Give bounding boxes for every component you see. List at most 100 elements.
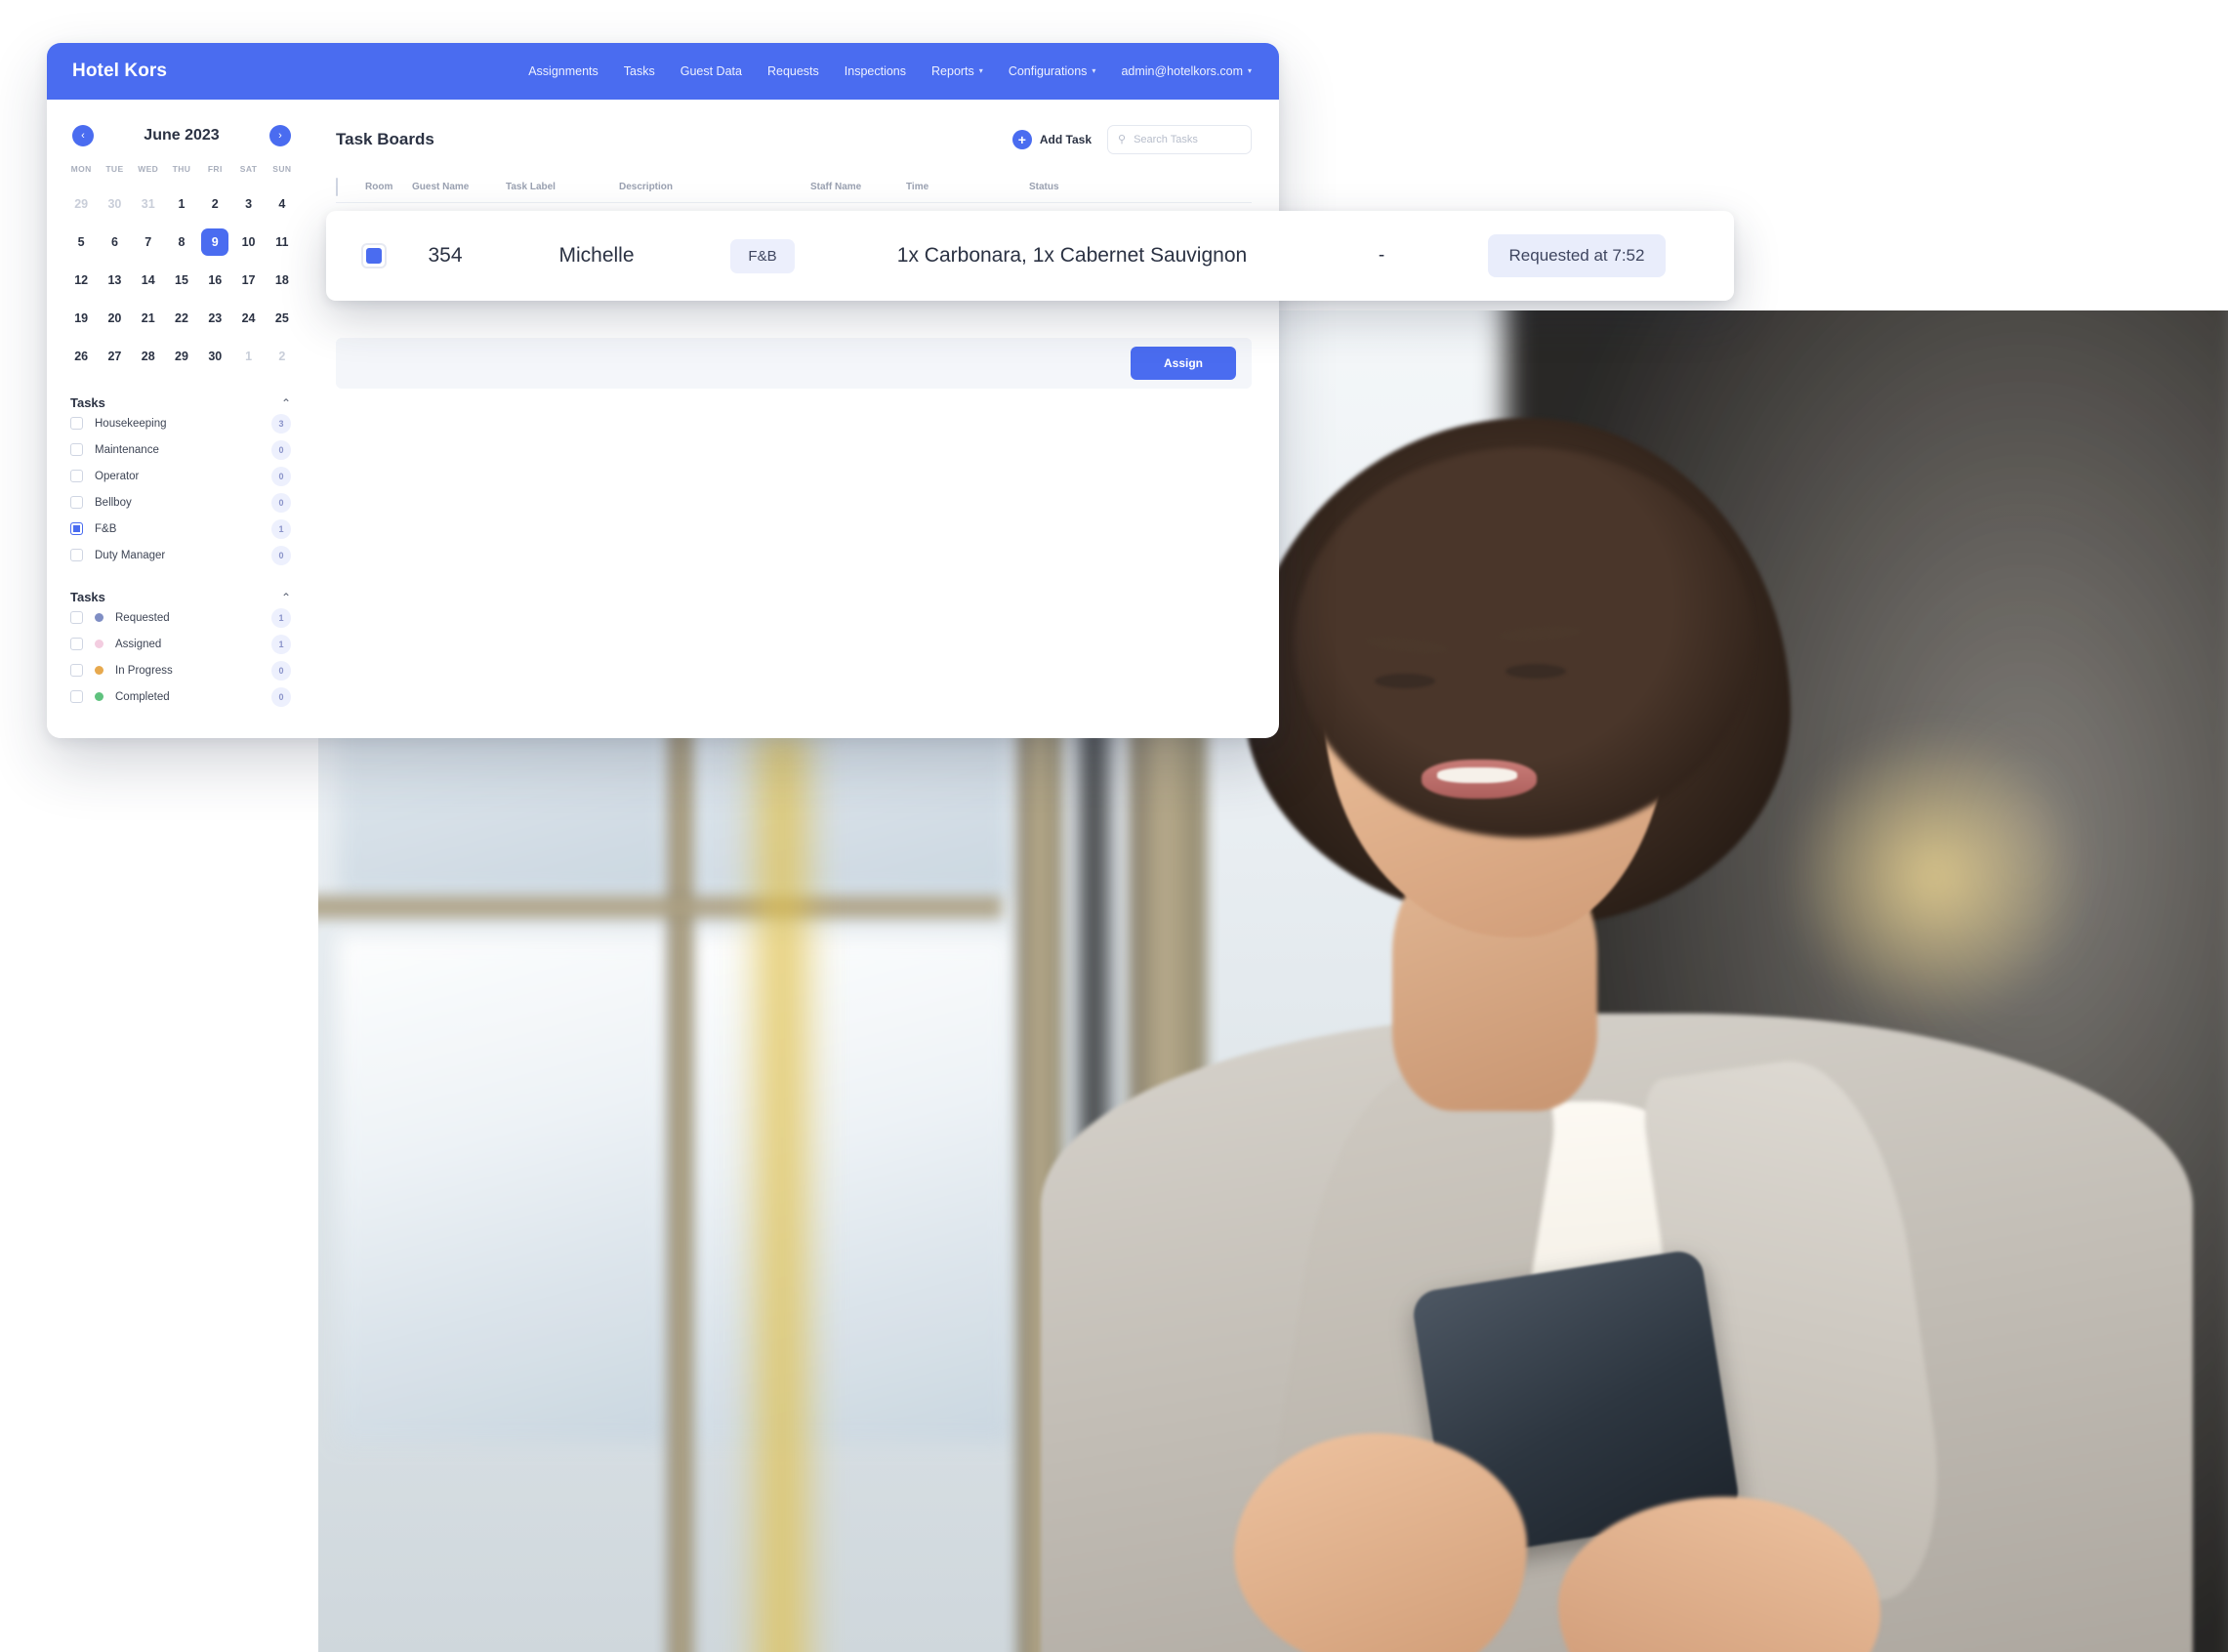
filter-checkbox[interactable] bbox=[70, 549, 83, 561]
photo-eye bbox=[1506, 664, 1566, 679]
calendar-day[interactable]: 6 bbox=[98, 225, 131, 260]
nav-item-tasks[interactable]: Tasks bbox=[624, 64, 655, 78]
filter-checkbox[interactable] bbox=[70, 611, 83, 624]
filter-checkbox[interactable] bbox=[70, 690, 83, 703]
highlighted-room: 354 bbox=[428, 244, 463, 267]
calendar-day[interactable]: 1 bbox=[165, 186, 198, 222]
filter-checkbox[interactable] bbox=[70, 496, 83, 509]
calendar-day[interactable]: 26 bbox=[64, 339, 98, 374]
calendar-prev-icon[interactable]: ‹ bbox=[72, 125, 94, 146]
calendar-day[interactable]: 24 bbox=[231, 301, 265, 336]
filter-row-f-b[interactable]: F&B 1 bbox=[64, 516, 299, 542]
calendar-day-selected[interactable]: 9 bbox=[198, 225, 231, 260]
filter-checkbox[interactable] bbox=[70, 522, 83, 535]
calendar-weekday-label: FRI bbox=[207, 164, 223, 174]
filter-row-housekeeping[interactable]: Housekeeping 3 bbox=[64, 410, 299, 436]
assign-button[interactable]: Assign bbox=[1130, 347, 1236, 380]
filter-row-maintenance[interactable]: Maintenance 0 bbox=[64, 436, 299, 463]
nav-menu: Assignments Tasks Guest Data Requests Inspec… bbox=[528, 64, 1252, 78]
filter-row-requested[interactable]: Requested 1 bbox=[64, 604, 299, 631]
calendar-day[interactable]: 28 bbox=[132, 339, 165, 374]
select-all-cell[interactable] bbox=[336, 177, 365, 196]
nav-item-configurations[interactable]: Configurations ▾ bbox=[1009, 64, 1096, 78]
calendar-day[interactable]: 2 bbox=[198, 186, 231, 222]
calendar-day[interactable]: 13 bbox=[98, 263, 131, 298]
task-status-section-header[interactable]: Tasks ⌃ bbox=[64, 590, 299, 604]
filter-row-operator[interactable]: Operator 0 bbox=[64, 463, 299, 489]
brand-logo[interactable]: Hotel Kors bbox=[72, 61, 167, 82]
filter-checkbox[interactable] bbox=[70, 470, 83, 482]
calendar-day[interactable]: 25 bbox=[266, 301, 299, 336]
calendar-day[interactable]: 15 bbox=[165, 263, 198, 298]
calendar-day[interactable]: 14 bbox=[132, 263, 165, 298]
calendar-day[interactable]: 23 bbox=[198, 301, 231, 336]
filter-row-bellboy[interactable]: Bellboy 0 bbox=[64, 489, 299, 516]
calendar-day[interactable]: 18 bbox=[266, 263, 299, 298]
calendar-day-number: 24 bbox=[241, 311, 256, 325]
calendar-header: ‹ June 2023 › bbox=[64, 121, 299, 146]
calendar-day[interactable]: 21 bbox=[132, 301, 165, 336]
add-task-button[interactable]: + Add Task bbox=[1011, 130, 1092, 149]
nav-item-label: Assignments bbox=[528, 64, 598, 78]
calendar-day[interactable]: 8 bbox=[165, 225, 198, 260]
column-header-description: Description bbox=[619, 182, 674, 192]
select-all-checkbox[interactable] bbox=[336, 177, 338, 196]
filter-checkbox[interactable] bbox=[70, 417, 83, 430]
highlighted-description: 1x Carbonara, 1x Cabernet Sauvignon bbox=[896, 244, 1248, 267]
highlighted-staff-name: - bbox=[1378, 245, 1385, 266]
calendar-day[interactable]: 2 bbox=[266, 339, 299, 374]
filter-checkbox[interactable] bbox=[70, 638, 83, 650]
calendar-day[interactable]: 11 bbox=[266, 225, 299, 260]
nav-item-admin-hotelkors-com[interactable]: admin@hotelkors.com ▾ bbox=[1121, 64, 1252, 78]
filter-checkbox[interactable] bbox=[70, 664, 83, 677]
filter-label: Operator bbox=[95, 470, 140, 482]
chevron-up-icon[interactable]: ⌃ bbox=[281, 592, 291, 603]
filter-label: Bellboy bbox=[95, 496, 132, 509]
search-input[interactable]: ⚲ Search Tasks bbox=[1107, 125, 1252, 154]
calendar-day[interactable]: 12 bbox=[64, 263, 98, 298]
calendar-next-icon[interactable]: › bbox=[268, 125, 291, 146]
calendar-day[interactable]: 20 bbox=[98, 301, 131, 336]
calendar-day[interactable]: 5 bbox=[64, 225, 98, 260]
app-window: Hotel Kors Assignments Tasks Guest Data Req… bbox=[47, 43, 1279, 738]
calendar-day[interactable]: 7 bbox=[132, 225, 165, 260]
calendar-day[interactable]: 1 bbox=[231, 339, 265, 374]
nav-item-reports[interactable]: Reports ▾ bbox=[931, 64, 983, 78]
filter-row-in-progress[interactable]: In Progress 0 bbox=[64, 657, 299, 683]
calendar-day[interactable]: 30 bbox=[98, 186, 131, 222]
chevron-up-icon[interactable]: ⌃ bbox=[281, 397, 291, 409]
nav-item-label: admin@hotelkors.com bbox=[1121, 64, 1243, 78]
calendar-day-number: 22 bbox=[175, 311, 188, 325]
calendar-day[interactable]: 3 bbox=[231, 186, 265, 222]
nav-item-guest-data[interactable]: Guest Data bbox=[681, 64, 742, 78]
nav-item-assignments[interactable]: Assignments bbox=[528, 64, 598, 78]
calendar-day[interactable]: 16 bbox=[198, 263, 231, 298]
calendar-day-number: 12 bbox=[74, 273, 89, 287]
calendar-day[interactable]: 30 bbox=[198, 339, 231, 374]
filter-row-duty-manager[interactable]: Duty Manager 0 bbox=[64, 542, 299, 568]
section-title: Tasks bbox=[70, 590, 105, 604]
calendar-day[interactable]: 29 bbox=[165, 339, 198, 374]
filter-row-assigned[interactable]: Assigned 1 bbox=[64, 631, 299, 657]
calendar-day[interactable]: 10 bbox=[231, 225, 265, 260]
nav-item-inspections[interactable]: Inspections bbox=[845, 64, 906, 78]
highlighted-task-checkbox[interactable] bbox=[361, 243, 387, 268]
calendar-day-number: 19 bbox=[74, 311, 89, 325]
calendar-day[interactable]: 22 bbox=[165, 301, 198, 336]
calendar-day[interactable]: 17 bbox=[231, 263, 265, 298]
calendar-weekday-label: THU bbox=[172, 164, 191, 174]
add-task-label: Add Task bbox=[1039, 133, 1092, 146]
calendar-day[interactable]: 4 bbox=[266, 186, 299, 222]
filter-row-completed[interactable]: Completed 0 bbox=[64, 683, 299, 710]
calendar-day[interactable]: 31 bbox=[132, 186, 165, 222]
calendar-day[interactable]: 19 bbox=[64, 301, 98, 336]
main-actions: + Add Task ⚲ Search Tasks bbox=[1011, 125, 1252, 154]
nav-item-requests[interactable]: Requests bbox=[767, 64, 819, 78]
calendar-weekday-label: SUN bbox=[272, 164, 292, 174]
calendar-day[interactable]: 29 bbox=[64, 186, 98, 222]
highlighted-task-card[interactable]: 354 Michelle F&B 1x Carbonara, 1x Cabern… bbox=[326, 211, 1734, 301]
task-type-section-header[interactable]: Tasks ⌃ bbox=[64, 395, 299, 410]
filter-checkbox[interactable] bbox=[70, 443, 83, 456]
section-title: Tasks bbox=[70, 395, 105, 410]
calendar-day[interactable]: 27 bbox=[98, 339, 131, 374]
